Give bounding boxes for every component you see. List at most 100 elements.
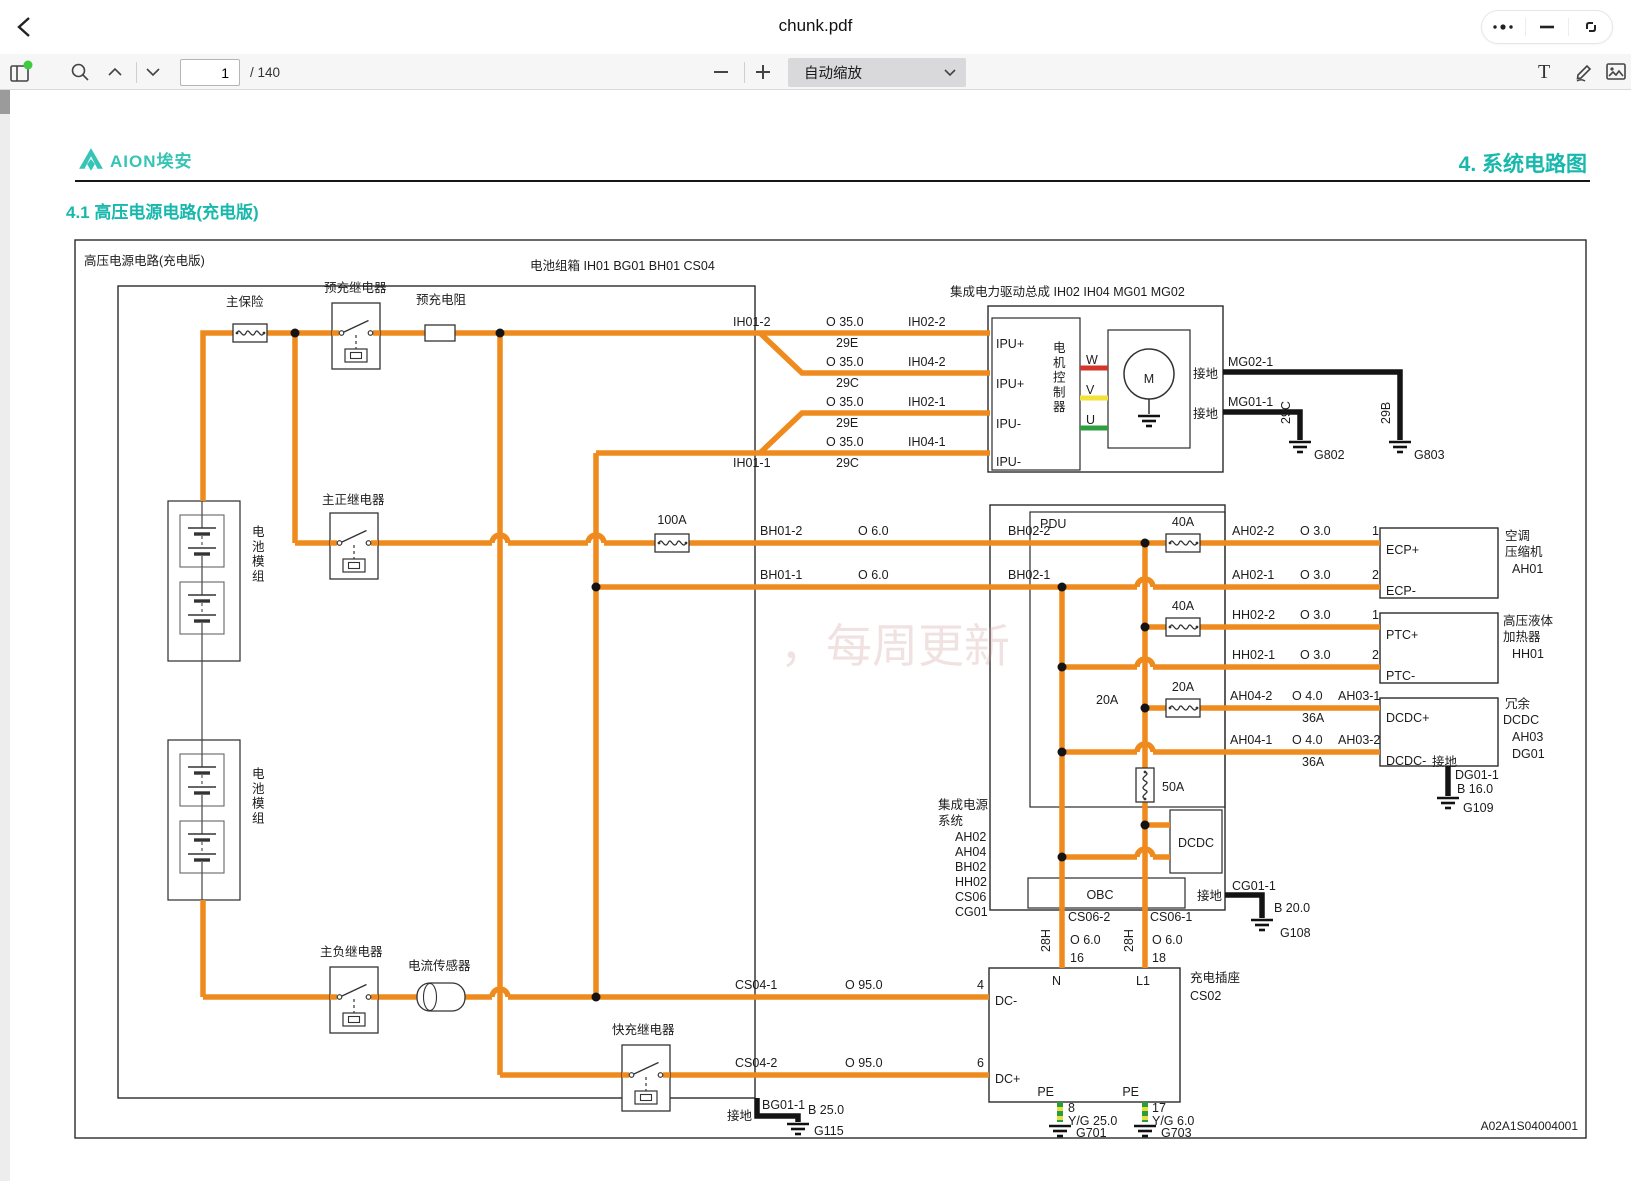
diagram-label: AH03-1 bbox=[1338, 689, 1380, 703]
minimize-icon[interactable] bbox=[1526, 11, 1569, 43]
diagram-label: CS06-2 bbox=[1068, 910, 1110, 924]
diagram-label: W bbox=[1086, 353, 1098, 367]
diagram-label: 快充继电器 bbox=[612, 1022, 675, 1037]
diagram-label: O 4.0 bbox=[1292, 689, 1323, 703]
diagram-label: AH04-2 bbox=[1230, 689, 1272, 703]
current-sensor-icon bbox=[417, 983, 465, 1011]
diagram-label: DCDC- bbox=[1386, 754, 1426, 768]
diagram-label: PTC+ bbox=[1386, 628, 1418, 642]
hv-wires bbox=[203, 333, 1380, 1075]
diagram-label: ，每周更新 bbox=[780, 620, 1010, 672]
image-tool-icon[interactable] bbox=[1606, 54, 1626, 90]
diagram-label: 4 bbox=[977, 978, 984, 992]
diagram-label: HH02-2 bbox=[1232, 608, 1275, 622]
diagram-label: O 95.0 bbox=[845, 978, 883, 992]
ground-symbols bbox=[787, 442, 1459, 1136]
diagram-label: 28H bbox=[1122, 929, 1136, 952]
diagram-label: AH02-1 bbox=[1232, 568, 1274, 582]
diagram-label: 预充继电器 bbox=[324, 280, 387, 295]
diagram-label: 16 bbox=[1070, 951, 1084, 965]
zoom-mode-label: 自动缩放 bbox=[804, 62, 944, 83]
diagram-label: BH01-2 bbox=[760, 524, 802, 538]
diagram-label: MG01-1 bbox=[1228, 395, 1273, 409]
text-tool-icon[interactable]: T bbox=[1538, 54, 1550, 90]
diagram-label: 预充电阻 bbox=[416, 292, 467, 307]
diagram-label: IH04-2 bbox=[908, 355, 946, 369]
diagram-label: BH01-1 bbox=[760, 568, 802, 582]
page-up-icon[interactable] bbox=[108, 54, 122, 90]
diagram-label: PDU bbox=[1040, 517, 1066, 531]
search-icon[interactable] bbox=[70, 54, 90, 90]
diagram-label: IH02-2 bbox=[908, 315, 946, 329]
diagram-label: AH04 bbox=[955, 845, 986, 859]
diagram-label: 集成电源 bbox=[938, 797, 989, 812]
diagram-label: AH02 bbox=[955, 830, 986, 844]
diagram-label: O 3.0 bbox=[1300, 608, 1331, 622]
zoom-in-icon[interactable] bbox=[756, 54, 770, 90]
diagram-label: G115 bbox=[814, 1124, 844, 1138]
diagram-label: 压缩机 bbox=[1505, 544, 1543, 559]
page-down-icon[interactable] bbox=[146, 54, 160, 90]
more-icon[interactable] bbox=[1482, 11, 1525, 43]
diagram-label: HH02 bbox=[955, 875, 987, 889]
diagram-label: 2 bbox=[1372, 568, 1379, 582]
page-number-input[interactable] bbox=[180, 59, 240, 86]
diagram-label: HH02-1 bbox=[1232, 648, 1275, 662]
diagram-label: G803 bbox=[1414, 448, 1445, 462]
diagram-label: 17 bbox=[1152, 1101, 1166, 1115]
diagram-label: BG01-1 bbox=[762, 1098, 805, 1112]
ground-wires bbox=[757, 372, 1448, 1122]
diagram-label: AH02-2 bbox=[1232, 524, 1274, 538]
zoom-mode-select[interactable]: 自动缩放 bbox=[788, 58, 966, 87]
diagram-label: 充电插座 bbox=[1190, 970, 1240, 985]
diagram-label: 28H bbox=[1039, 929, 1053, 952]
diagram-label: 空调 bbox=[1505, 529, 1530, 543]
diagram-label: 接地 bbox=[1193, 366, 1219, 381]
diagram-label: HH01 bbox=[1512, 647, 1544, 661]
diagram-label: 电池组箱 IH01 BG01 BH01 CS04 bbox=[530, 258, 715, 273]
diagram-label: CS04-1 bbox=[735, 978, 777, 992]
diagram-label: MG02-1 bbox=[1228, 355, 1273, 369]
document-title: chunk.pdf bbox=[0, 16, 1631, 36]
diagram-label: IPU- bbox=[996, 417, 1021, 431]
diagram-label: O 35.0 bbox=[826, 355, 864, 369]
diagram-label: 6 bbox=[977, 1056, 984, 1070]
diagram-label: CS06-1 bbox=[1150, 910, 1192, 924]
diagram-label: 高压电源电路(充电版) bbox=[84, 253, 205, 268]
toolbar-divider bbox=[744, 62, 745, 83]
window-controls bbox=[1481, 10, 1613, 44]
diagram-label: 29B bbox=[1379, 402, 1393, 424]
diagram-label: 20A bbox=[1172, 680, 1195, 694]
diagram-label: DG01 bbox=[1512, 747, 1545, 761]
motor-icon bbox=[1124, 349, 1174, 426]
diagram-label: 接地 bbox=[1193, 406, 1219, 421]
diagram-label: G109 bbox=[1463, 801, 1494, 815]
diagram-label: 36A bbox=[1302, 755, 1325, 769]
diagram-label: O 3.0 bbox=[1300, 568, 1331, 582]
diagram-label: IH02-1 bbox=[908, 395, 946, 409]
zoom-out-icon[interactable] bbox=[714, 54, 728, 90]
thumbnails-icon[interactable] bbox=[8, 54, 34, 90]
resistor-icon bbox=[425, 325, 455, 341]
diagram-label: IPU- bbox=[996, 455, 1021, 469]
diagram-label: OBC bbox=[1086, 888, 1113, 902]
diagram-label: B 20.0 bbox=[1274, 901, 1310, 915]
diagram-label: CG01 bbox=[955, 905, 988, 919]
circuit-diagram: 高压电源电路(充电版) 电池组箱 IH01 BG01 BH01 CS04 主保险 预充… bbox=[0, 90, 1631, 1181]
diagram-label: M bbox=[1144, 372, 1154, 386]
toolbar-divider bbox=[136, 62, 137, 83]
diagram-label: 29E bbox=[836, 416, 858, 430]
diagram-label: 主保险 bbox=[226, 294, 264, 309]
diagram-label: B 25.0 bbox=[808, 1103, 844, 1117]
diagram-label: G701 bbox=[1076, 1126, 1107, 1140]
diagram-label: 主正继电器 bbox=[322, 493, 385, 507]
diagram-label: BH02-1 bbox=[1008, 568, 1050, 582]
restore-icon[interactable] bbox=[1569, 11, 1612, 43]
draw-tool-icon[interactable] bbox=[1574, 54, 1594, 90]
diagram-label: O 95.0 bbox=[845, 1056, 883, 1070]
diagram-label: 8 bbox=[1068, 1101, 1075, 1115]
toolbar: / 140 自动缩放 T bbox=[0, 54, 1631, 90]
diagram-label: O 35.0 bbox=[826, 315, 864, 329]
diagram-label: G802 bbox=[1314, 448, 1345, 462]
diagram-label: 20A bbox=[1096, 693, 1119, 707]
